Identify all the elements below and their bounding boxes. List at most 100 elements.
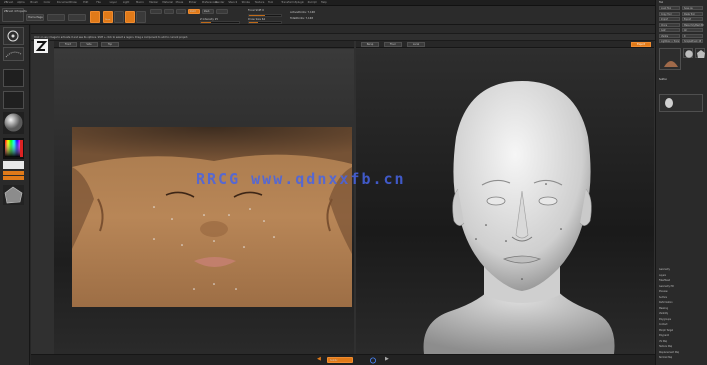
zadd-button[interactable]: Zadd bbox=[188, 9, 200, 14]
tool-action-button[interactable]: Import bbox=[659, 17, 680, 21]
subtool-thumbnail[interactable] bbox=[3, 185, 24, 205]
menu-item-picker[interactable]: Picker bbox=[189, 1, 197, 5]
menu-item-brush[interactable]: Brush bbox=[30, 1, 38, 5]
tool-subpalette-displacement-map[interactable]: Displacement Map bbox=[659, 351, 679, 355]
tool-action-button[interactable]: All bbox=[682, 28, 703, 32]
mrgb-button[interactable] bbox=[150, 9, 162, 14]
tool-action-button[interactable]: SimpleBrush 48 bbox=[682, 39, 703, 43]
rgb-button[interactable] bbox=[164, 9, 174, 14]
tool-subpalette-geometry[interactable]: Geometry bbox=[659, 268, 670, 272]
gradient-button[interactable] bbox=[3, 171, 24, 175]
live-boolean-button[interactable] bbox=[68, 14, 86, 21]
tool-subpalette-normal-map[interactable]: Normal Map bbox=[659, 356, 672, 360]
tool-subpalette-texture-map[interactable]: Texture Map bbox=[659, 345, 672, 349]
menu-item-macro[interactable]: Macro bbox=[136, 1, 144, 5]
tool-action-button[interactable]: Make PolyMesh3D bbox=[682, 22, 704, 27]
tab-floor[interactable]: Floor bbox=[384, 42, 402, 47]
menu-item-alpha[interactable]: Alpha bbox=[17, 1, 24, 5]
menu-item-light[interactable]: Light bbox=[123, 1, 129, 5]
m-button[interactable] bbox=[176, 9, 186, 14]
z-intensity-slider[interactable] bbox=[200, 21, 240, 24]
zsub-button[interactable]: Zsub bbox=[202, 9, 214, 14]
zcut-button[interactable] bbox=[216, 9, 228, 14]
tab-front[interactable]: Front bbox=[59, 42, 77, 47]
tool-subpalette-polypaint[interactable]: Polypaint bbox=[659, 334, 669, 338]
menu-item-zplugin[interactable]: Zplugin bbox=[294, 1, 304, 5]
draw-button[interactable]: Draw bbox=[103, 11, 113, 23]
menu-item-render[interactable]: Render bbox=[215, 1, 224, 5]
switch-color-button[interactable] bbox=[3, 176, 24, 180]
alpha-thumbnail[interactable] bbox=[3, 69, 24, 87]
tool-action-button[interactable]: Export bbox=[682, 17, 703, 21]
export-button[interactable]: Export bbox=[631, 42, 651, 47]
menu-item-movie[interactable]: Movie bbox=[176, 1, 184, 5]
brush-thumbnail[interactable] bbox=[3, 27, 24, 45]
scale-button[interactable] bbox=[125, 11, 135, 23]
tool-thumbnail[interactable] bbox=[659, 48, 681, 70]
next-arrow-icon[interactable]: ▶ bbox=[385, 357, 389, 363]
menu-item-help[interactable]: Help bbox=[321, 1, 327, 5]
menu-item-texture[interactable]: Texture bbox=[255, 1, 265, 5]
tool-action-button[interactable]: GoZ bbox=[659, 28, 680, 32]
tab-side[interactable]: Side bbox=[80, 42, 98, 47]
tool-action-button[interactable]: Load Tool bbox=[659, 6, 680, 10]
tool-subpalette-preview[interactable]: Preview bbox=[659, 290, 668, 294]
tool-subpalette-fibermesh[interactable]: FiberMesh bbox=[659, 279, 670, 283]
menu-item-layer[interactable]: Layer bbox=[110, 1, 117, 5]
project-button[interactable]: ZBrush 4 Projects bbox=[2, 8, 27, 22]
subdiv-button[interactable]: Subdiv bbox=[327, 357, 353, 363]
menu-item-stroke[interactable]: Stroke bbox=[242, 1, 250, 5]
tool-action-button[interactable]: Visible bbox=[659, 33, 680, 38]
prev-arrow-icon[interactable]: ◀ bbox=[317, 357, 321, 363]
home-page-button[interactable]: Home Page bbox=[26, 14, 44, 21]
main-color-swatch[interactable] bbox=[3, 161, 24, 169]
3d-model-viewport[interactable] bbox=[356, 49, 654, 354]
menu-item-material[interactable]: Material bbox=[162, 1, 173, 5]
tool-action-button[interactable]: Paste Tool bbox=[682, 11, 703, 16]
menu-item-stencil[interactable]: Stencil bbox=[228, 1, 237, 5]
lightbox-button[interactable] bbox=[47, 14, 65, 21]
tool-subpalette-uv-map[interactable]: UV Map bbox=[659, 340, 667, 344]
tab-top[interactable]: Top bbox=[101, 42, 119, 47]
menu-item-color[interactable]: Color bbox=[44, 1, 51, 5]
tool-subpalette-contact[interactable]: Contact bbox=[659, 323, 668, 327]
move-button[interactable] bbox=[114, 11, 124, 23]
tab-local[interactable]: Local bbox=[407, 42, 425, 47]
color-picker[interactable] bbox=[3, 138, 24, 159]
menu-item-transform[interactable]: Transform bbox=[281, 1, 294, 5]
menu-item-document[interactable]: Document bbox=[57, 1, 70, 5]
tool-subpalette-polygroups[interactable]: Polygroups bbox=[659, 318, 671, 322]
edit-button[interactable] bbox=[90, 11, 100, 23]
head-sculpt-model bbox=[423, 81, 615, 354]
tool-subpalette-deformation[interactable]: Deformation bbox=[659, 301, 673, 305]
focal-shift-slider[interactable] bbox=[248, 14, 282, 17]
tool-subpalette-morph-target[interactable]: Morph Target bbox=[659, 329, 673, 333]
tool-subpalette-masking[interactable]: Masking bbox=[659, 307, 668, 311]
subtool-list-item[interactable] bbox=[659, 94, 703, 112]
tool-subpalette-visibility[interactable]: Visibility bbox=[659, 312, 668, 316]
sphere-tool-thumb[interactable] bbox=[683, 48, 693, 58]
menu-item-tool[interactable]: Tool bbox=[268, 1, 273, 5]
material-thumbnail[interactable] bbox=[3, 112, 24, 134]
texture-thumbnail[interactable] bbox=[3, 91, 24, 109]
tab-persp[interactable]: Persp bbox=[361, 42, 379, 47]
menu-item-zbrush[interactable]: ZBrush bbox=[4, 1, 13, 5]
draw-size-slider[interactable] bbox=[248, 21, 282, 24]
tool-subpalette-geometry-hd[interactable]: Geometry HD bbox=[659, 285, 674, 289]
tool-action-button[interactable]: R bbox=[682, 33, 703, 38]
menu-item-edit[interactable]: Edit bbox=[83, 1, 88, 5]
menu-item-zscript[interactable]: Zscript bbox=[308, 1, 317, 5]
polymesh-tool-thumb[interactable] bbox=[695, 48, 705, 58]
menu-item-marker[interactable]: Marker bbox=[149, 1, 158, 5]
tool-subpalette-layers[interactable]: Layers bbox=[659, 274, 666, 278]
menu-item-draw[interactable]: Draw bbox=[70, 1, 77, 5]
stroke-thumbnail[interactable] bbox=[3, 47, 24, 61]
tool-action-button[interactable]: Clone bbox=[659, 22, 680, 27]
tool-action-button[interactable]: Lightbox > Tools bbox=[659, 39, 680, 43]
menu-item-file[interactable]: File bbox=[96, 1, 100, 5]
tool-action-button[interactable]: Save As bbox=[682, 6, 703, 10]
uv-texture-viewport[interactable] bbox=[54, 49, 354, 354]
tool-subpalette-surface[interactable]: Surface bbox=[659, 296, 667, 300]
rotate-button[interactable] bbox=[136, 11, 146, 23]
tool-action-button[interactable]: Copy Tool bbox=[659, 11, 680, 16]
